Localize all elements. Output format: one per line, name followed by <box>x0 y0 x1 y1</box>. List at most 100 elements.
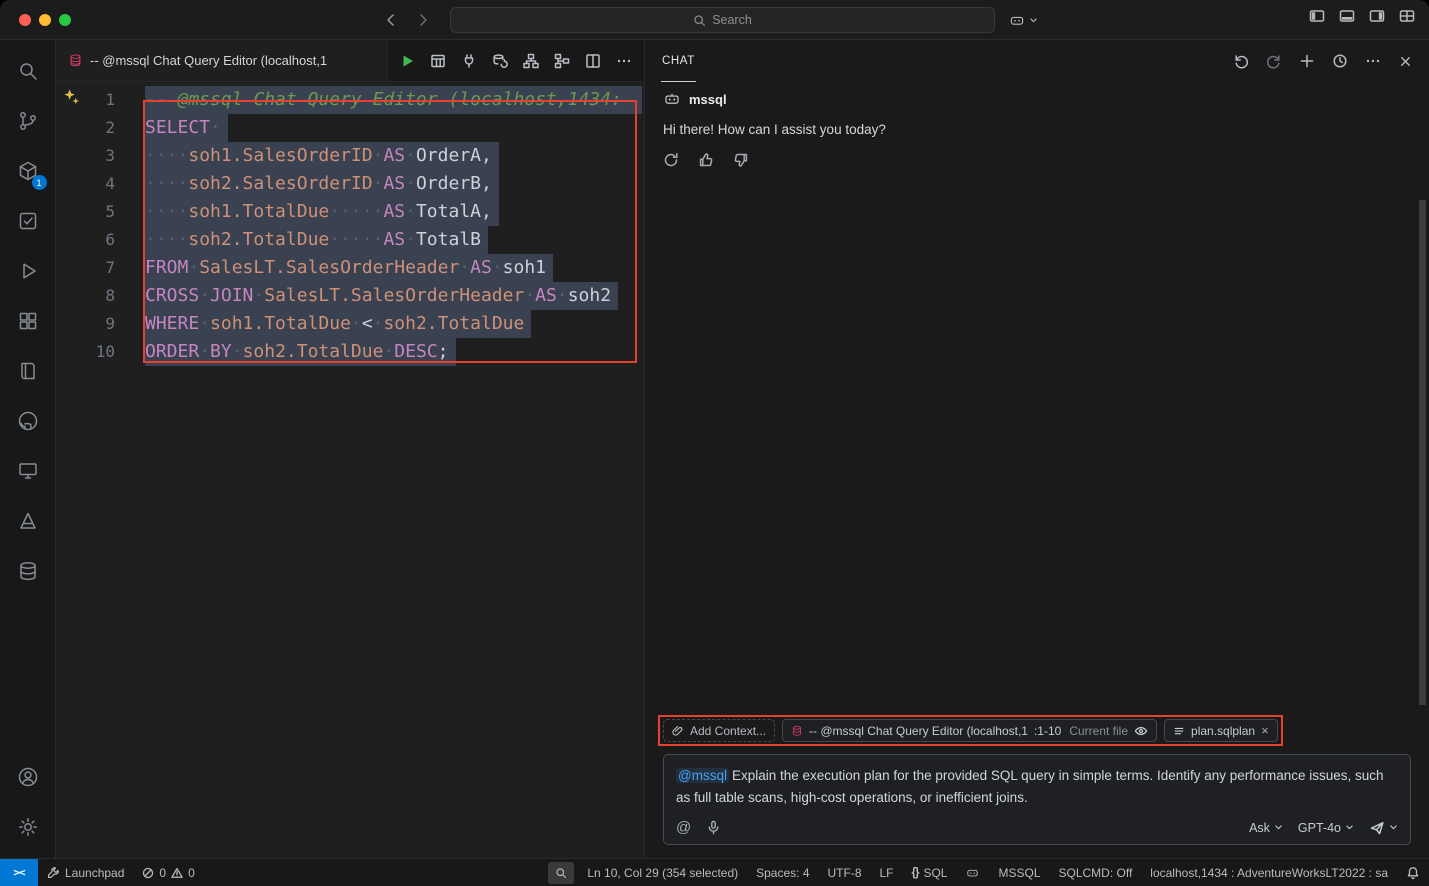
remote-icon: >< <box>13 866 24 879</box>
editor-more-actions-icon[interactable] <box>616 53 632 69</box>
new-chat-icon[interactable] <box>1299 53 1315 69</box>
code-line[interactable]: 5····soh1.TotalDue·····AS·TotalA, <box>56 198 644 226</box>
toggle-sidebar-left-icon[interactable] <box>1309 8 1325 24</box>
toggle-panel-icon[interactable] <box>1339 8 1355 24</box>
launchpad-status[interactable]: Launchpad <box>38 859 133 886</box>
copilot-status[interactable] <box>956 859 989 886</box>
code-line[interactable]: 4····soh2.SalesOrderID·AS·OrderB, <box>56 170 644 198</box>
toggle-sidebar-right-icon[interactable] <box>1369 8 1385 24</box>
model-picker-dropdown[interactable]: GPT-4o <box>1298 821 1354 835</box>
mention-button[interactable]: @ <box>676 819 691 836</box>
activity-settings-gear[interactable] <box>4 802 52 852</box>
chat-redo-icon[interactable] <box>1266 53 1282 69</box>
copilot-sparkle-icon[interactable] <box>63 88 80 105</box>
indentation-status[interactable]: Spaces: 4 <box>747 859 818 886</box>
minimize-window-button[interactable] <box>39 14 51 26</box>
code-line[interactable]: 1-- @mssql Chat Query Editor (localhost,… <box>56 86 644 114</box>
add-context-button[interactable]: Add Context... <box>663 719 775 742</box>
zoom-window-button[interactable] <box>59 14 71 26</box>
line-number: 3 <box>56 142 115 170</box>
line-number: 5 <box>56 198 115 226</box>
chat-undo-icon[interactable] <box>1233 53 1249 69</box>
remote-indicator[interactable]: >< <box>0 859 38 886</box>
bell-icon <box>1406 866 1420 880</box>
code-line[interactable]: 9WHERE·soh1.TotalDue·<·soh2.TotalDue <box>56 310 644 338</box>
code-editor[interactable]: 1-- @mssql Chat Query Editor (localhost,… <box>56 82 644 858</box>
chat-body: mssql Hi there! How can I assist you tod… <box>645 82 1429 715</box>
actual-plan-icon[interactable] <box>554 53 570 69</box>
code-line[interactable]: 3····soh1.SalesOrderID·AS·OrderA, <box>56 142 644 170</box>
chat-mode-dropdown[interactable]: Ask <box>1249 821 1283 835</box>
file-lines-icon <box>1173 725 1185 737</box>
close-window-button[interactable] <box>19 14 31 26</box>
back-icon[interactable] <box>383 12 399 28</box>
chat-scrollbar-thumb[interactable] <box>1419 200 1426 705</box>
customize-layout-icon[interactable] <box>1399 8 1415 24</box>
connection-status[interactable]: localhost,1434 : AdventureWorksLT2022 : … <box>1141 859 1397 886</box>
context-chips-row: Add Context... -- @mssql Chat Query Edit… <box>658 715 1283 746</box>
activity-packages[interactable]: 1 <box>4 146 52 196</box>
run-query-button[interactable] <box>399 53 415 69</box>
current-file-chip[interactable]: -- @mssql Chat Query Editor (localhost,1… <box>782 719 1157 742</box>
problems-status[interactable]: 0 0 <box>133 859 203 886</box>
change-connection-icon[interactable] <box>492 53 508 69</box>
traffic-lights <box>0 14 71 26</box>
eye-icon[interactable] <box>1134 725 1148 737</box>
zoom-status[interactable] <box>548 862 574 884</box>
sqlcmd-status[interactable]: SQLCMD: Off <box>1050 859 1142 886</box>
results-grid-icon[interactable] <box>430 53 446 69</box>
chat-more-actions-icon[interactable] <box>1365 53 1381 69</box>
code-line[interactable]: 6····soh2.TotalDue·····AS·TotalB <box>56 226 644 254</box>
chat-mode-label: Ask <box>1249 821 1270 835</box>
forward-icon[interactable] <box>415 12 431 28</box>
mssql-status[interactable]: MSSQL <box>989 859 1049 886</box>
connect-plug-icon[interactable] <box>461 53 477 69</box>
editor-tab-title: -- @mssql Chat Query Editor (localhost,1 <box>90 53 327 68</box>
chat-close-icon[interactable] <box>1398 54 1413 69</box>
line-number: 7 <box>56 254 115 282</box>
chat-input-box[interactable]: @mssqlExplain the execution plan for the… <box>663 754 1411 845</box>
chevron-down-icon <box>1029 16 1038 25</box>
copilot-menu-button[interactable] <box>1008 8 1038 32</box>
activity-accounts[interactable] <box>4 752 52 802</box>
code-line[interactable]: 8CROSS·JOIN·SalesLT.SalesOrderHeader·AS·… <box>56 282 644 310</box>
command-center-search[interactable]: Search <box>450 7 995 33</box>
chat-tab[interactable]: CHAT <box>661 40 696 82</box>
chat-input-text[interactable]: @mssqlExplain the execution plan for the… <box>676 765 1398 809</box>
activity-run-debug[interactable] <box>4 246 52 296</box>
code-line[interactable]: 2SELECT· <box>56 114 644 142</box>
selected-code-text: -- @mssql Chat Query Editor (localhost,1… <box>145 86 642 114</box>
activity-remote-explorer[interactable] <box>4 446 52 496</box>
code-line[interactable]: 10ORDER·BY·soh2.TotalDue·DESC; <box>56 338 644 366</box>
code-line[interactable]: 7FROM·SalesLT.SalesOrderHeader·AS·soh1 <box>56 254 644 282</box>
thumbs-up-icon[interactable] <box>698 152 714 168</box>
chat-history-icon[interactable] <box>1332 53 1348 69</box>
notifications-bell[interactable] <box>1397 859 1429 886</box>
eol-status[interactable]: LF <box>871 859 903 886</box>
activity-notebooks[interactable] <box>4 346 52 396</box>
plan-file-chip[interactable]: plan.sqlplan × <box>1164 719 1278 742</box>
language-status[interactable]: {} SQL <box>903 859 957 886</box>
activity-source-control[interactable] <box>4 96 52 146</box>
microphone-icon[interactable] <box>706 820 721 835</box>
cursor-position-status[interactable]: Ln 10, Col 29 (354 selected) <box>578 859 747 886</box>
encoding-status[interactable]: UTF-8 <box>819 859 871 886</box>
editor-tab[interactable]: -- @mssql Chat Query Editor (localhost,1 <box>56 40 388 81</box>
activity-search[interactable] <box>4 46 52 96</box>
activity-testing[interactable] <box>4 196 52 246</box>
thumbs-down-icon[interactable] <box>733 152 749 168</box>
code-area: 1-- @mssql Chat Query Editor (localhost,… <box>56 86 644 366</box>
split-editor-icon[interactable] <box>585 53 601 69</box>
mssql-mention-chip[interactable]: @mssql <box>676 768 729 783</box>
activity-github[interactable] <box>4 396 52 446</box>
activity-database[interactable] <box>4 546 52 596</box>
chat-input-controls: @ Ask GPT-4o <box>676 819 1398 836</box>
editor-pane: -- @mssql Chat Query Editor (localhost,1 <box>56 40 645 858</box>
chip-close-icon[interactable]: × <box>1261 724 1269 737</box>
estimated-plan-icon[interactable] <box>523 53 539 69</box>
activity-azure[interactable] <box>4 496 52 546</box>
plan-chip-label: plan.sqlplan <box>1191 724 1255 738</box>
send-button[interactable] <box>1369 820 1398 836</box>
regenerate-icon[interactable] <box>663 152 679 168</box>
activity-extensions[interactable] <box>4 296 52 346</box>
